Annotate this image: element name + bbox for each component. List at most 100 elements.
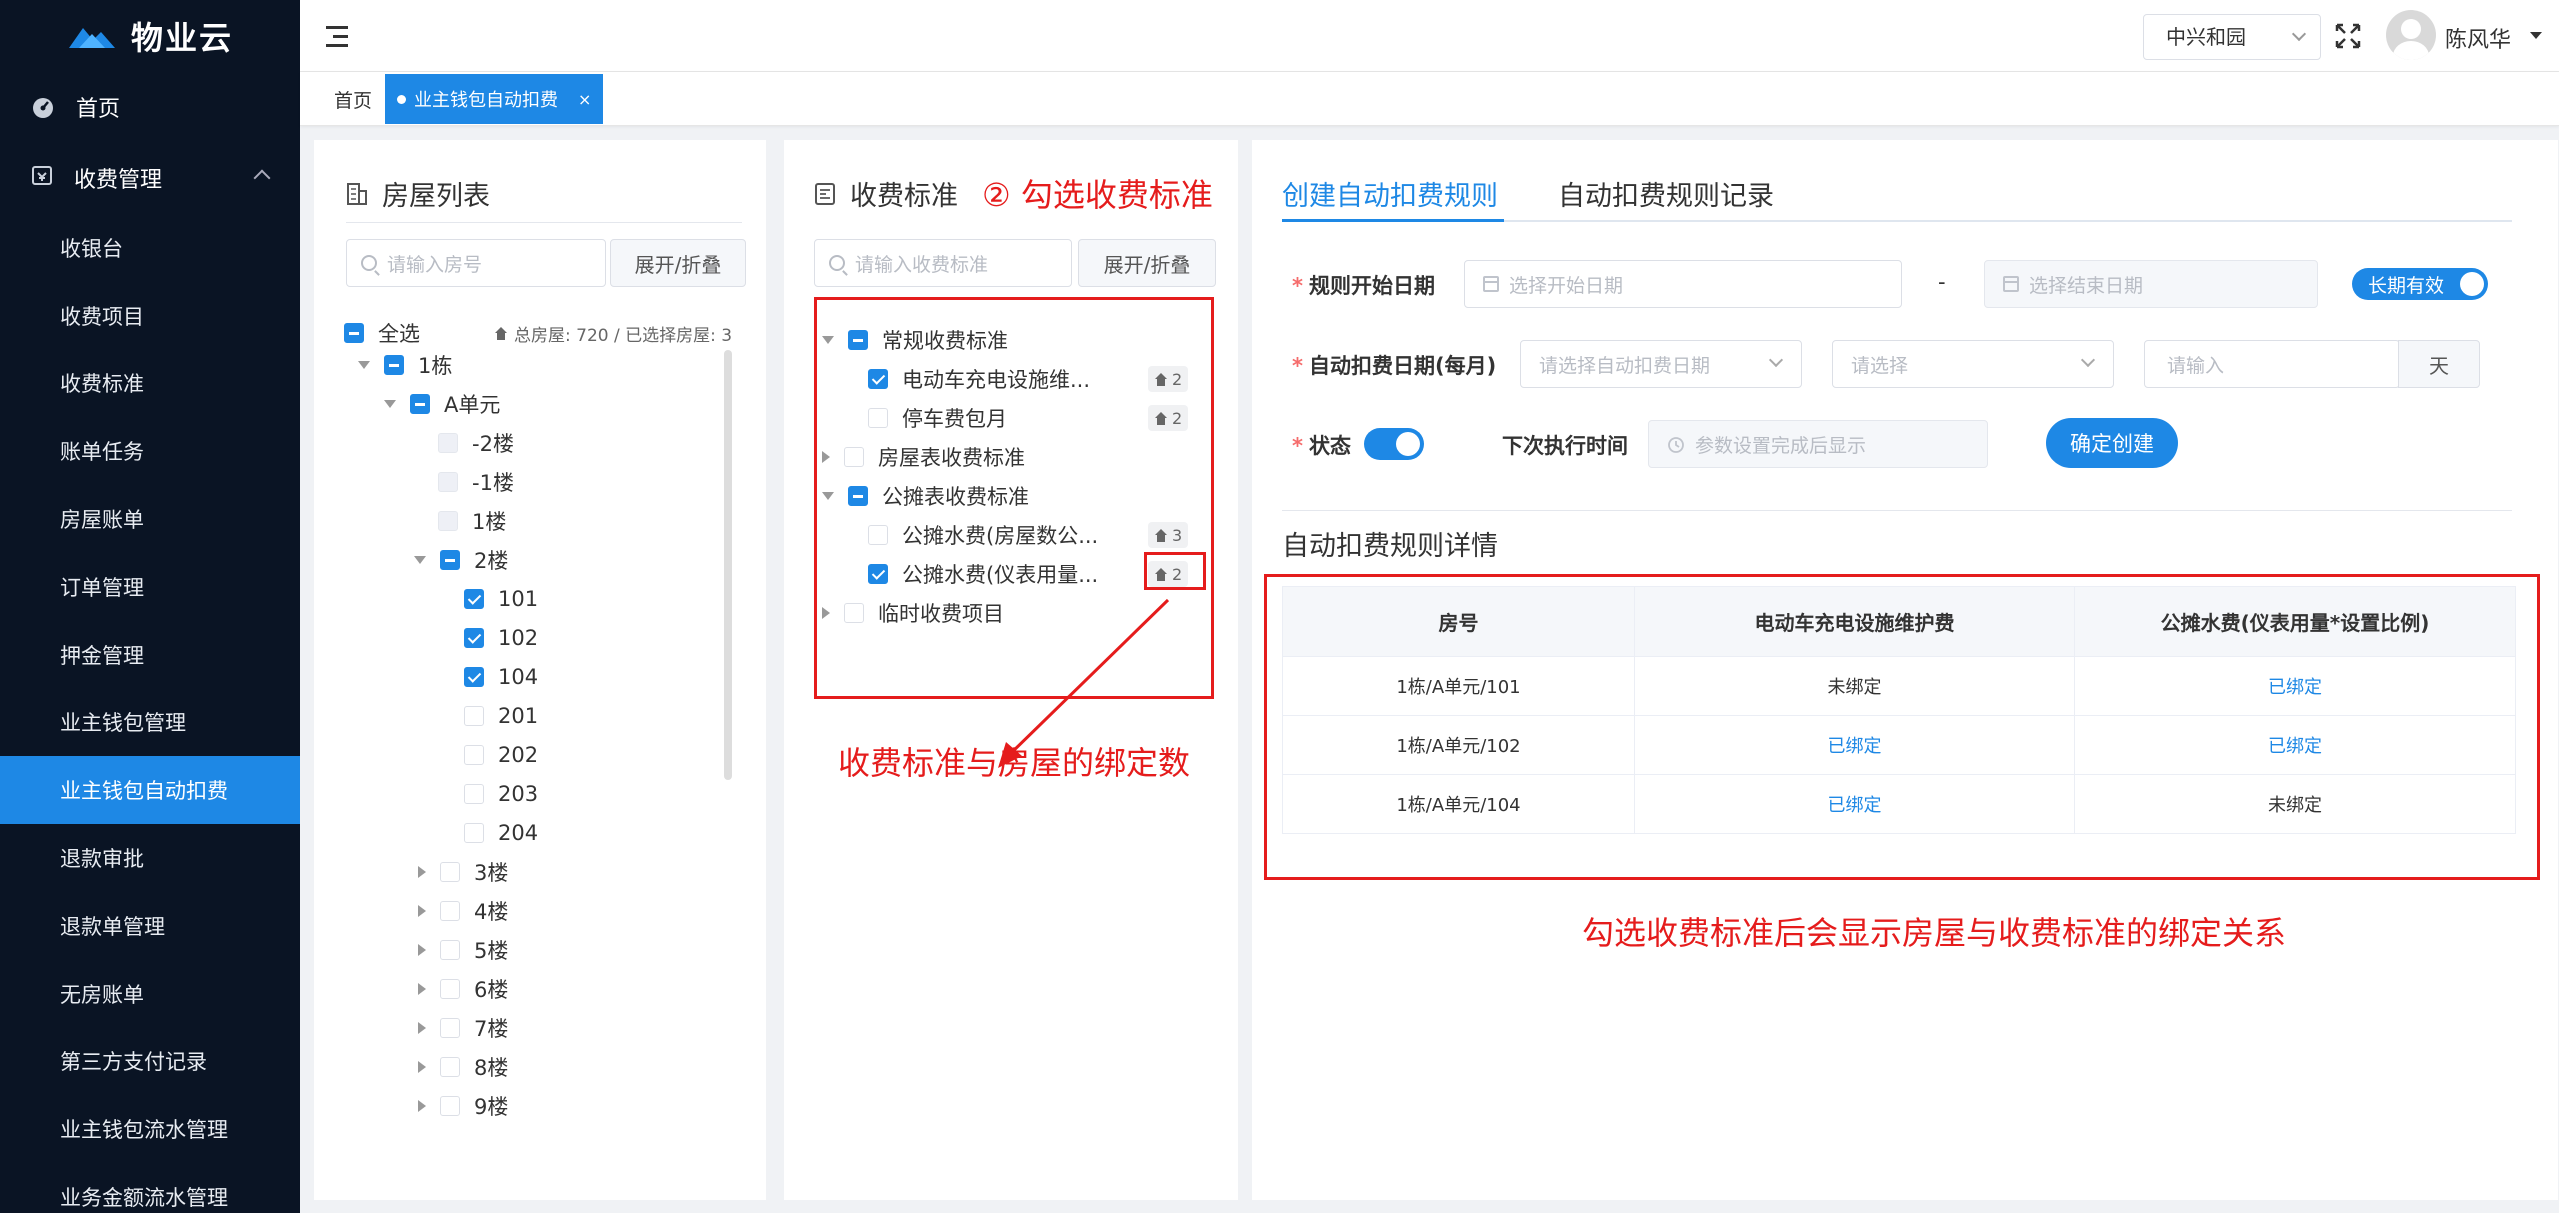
- deduct-date-label: * 自动扣费日期(每月): [1292, 354, 1497, 378]
- close-icon[interactable]: ×: [578, 90, 591, 109]
- checkbox[interactable]: [410, 394, 430, 414]
- tree-node[interactable]: 3楼: [418, 857, 508, 887]
- tab-auto-deduct[interactable]: 业主钱包自动扣费 ×: [385, 74, 603, 124]
- sidebar-item[interactable]: 房屋账单: [0, 485, 300, 553]
- caret-down-icon[interactable]: [2530, 32, 2542, 39]
- caret-right-icon[interactable]: [418, 983, 426, 995]
- caret-right-icon[interactable]: [418, 1061, 426, 1073]
- caret-down-icon[interactable]: [414, 556, 426, 564]
- caret-right-icon[interactable]: [418, 1022, 426, 1034]
- caret-down-icon[interactable]: [358, 361, 370, 369]
- checkbox[interactable]: [464, 784, 484, 804]
- tree-label: 203: [498, 782, 539, 806]
- caret-right-icon[interactable]: [418, 866, 426, 878]
- sidebar-item[interactable]: 订单管理: [0, 553, 300, 621]
- checkbox[interactable]: [384, 355, 404, 375]
- checkbox[interactable]: [464, 706, 484, 726]
- sidebar-item[interactable]: 无房账单: [0, 960, 300, 1028]
- tree-node[interactable]: 7楼: [418, 1013, 508, 1043]
- checkbox[interactable]: [438, 433, 458, 453]
- end-date-input[interactable]: 选择结束日期: [1984, 260, 2318, 308]
- house-search-input[interactable]: 请输入房号: [346, 239, 606, 287]
- checkbox[interactable]: [438, 511, 458, 531]
- sidebar-item[interactable]: 收费标准: [0, 350, 300, 418]
- checkbox[interactable]: [440, 1018, 460, 1038]
- tab-home[interactable]: 首页: [334, 86, 372, 113]
- expand-collapse-button[interactable]: 展开/折叠: [610, 239, 746, 287]
- user-name[interactable]: 陈风华: [2445, 22, 2511, 54]
- sidebar-item-home[interactable]: 首页: [0, 72, 300, 142]
- sidebar-item[interactable]: 业主钱包流水管理: [0, 1095, 300, 1163]
- tree-node[interactable]: 101: [464, 584, 538, 614]
- create-rule-button[interactable]: 确定创建: [2046, 418, 2178, 468]
- tree-node[interactable]: 2楼: [414, 545, 508, 575]
- checkbox[interactable]: [438, 472, 458, 492]
- tree-node[interactable]: 102: [464, 623, 538, 653]
- checkbox[interactable]: [440, 1057, 460, 1077]
- sidebar-item[interactable]: 押金管理: [0, 621, 300, 689]
- sidebar-item[interactable]: 收费项目: [0, 282, 300, 350]
- caret-right-icon[interactable]: [418, 944, 426, 956]
- sidebar-item[interactable]: 退款单管理: [0, 892, 300, 960]
- fee-search-input[interactable]: 请输入收费标准: [814, 239, 1072, 287]
- sidebar-item[interactable]: 业主钱包管理: [0, 689, 300, 757]
- checkbox[interactable]: [464, 628, 484, 648]
- caret-right-icon[interactable]: [418, 905, 426, 917]
- tree-node[interactable]: 1楼: [438, 506, 506, 536]
- sidebar-item[interactable]: 退款审批: [0, 824, 300, 892]
- tree-node[interactable]: -2楼: [438, 428, 514, 458]
- tree-node[interactable]: -1楼: [438, 467, 514, 497]
- tree-node[interactable]: 5楼: [418, 935, 508, 965]
- community-select[interactable]: 中兴和园: [2143, 14, 2321, 60]
- divider: [346, 222, 742, 223]
- menu-toggle-icon[interactable]: [326, 26, 350, 48]
- tree-node[interactable]: 6楼: [418, 974, 508, 1004]
- tree-node[interactable]: 1栋: [358, 350, 452, 380]
- tab-rule-records[interactable]: 自动扣费规则记录: [1558, 174, 1774, 213]
- select-all-checkbox[interactable]: 全选: [344, 318, 420, 348]
- expand-collapse-button[interactable]: 展开/折叠: [1078, 239, 1216, 287]
- tree-node[interactable]: 203: [464, 779, 538, 809]
- checkbox[interactable]: [440, 550, 460, 570]
- checkbox[interactable]: [440, 1096, 460, 1116]
- status-switch[interactable]: [1364, 428, 1424, 460]
- caret-down-icon[interactable]: [384, 400, 396, 408]
- sidebar-item[interactable]: 业务金额流水管理: [0, 1163, 300, 1213]
- tree-node[interactable]: A单元: [384, 389, 500, 419]
- tree-node[interactable]: 204: [464, 818, 538, 848]
- scrollbar[interactable]: [724, 350, 732, 780]
- tab-create-rule[interactable]: 创建自动扣费规则: [1282, 174, 1498, 213]
- checkbox[interactable]: [464, 745, 484, 765]
- checkbox[interactable]: [464, 823, 484, 843]
- tabs-bar: 首页 业主钱包自动扣费 ×: [300, 72, 2559, 126]
- avatar[interactable]: [2386, 10, 2436, 60]
- sidebar-item[interactable]: 业主钱包自动扣费: [0, 756, 300, 825]
- tree-node[interactable]: 9楼: [418, 1091, 508, 1121]
- checkbox[interactable]: [344, 323, 364, 343]
- tree-node[interactable]: 201: [464, 701, 538, 731]
- sidebar-item[interactable]: 第三方支付记录: [0, 1028, 300, 1096]
- panel-title: 收费标准: [814, 174, 958, 213]
- tree-node[interactable]: 104: [464, 662, 538, 692]
- tree-node[interactable]: 4楼: [418, 896, 508, 926]
- sidebar-item[interactable]: 收银台: [0, 214, 300, 282]
- checkbox[interactable]: [440, 940, 460, 960]
- checkbox[interactable]: [440, 862, 460, 882]
- checkbox[interactable]: [440, 979, 460, 999]
- sidebar-item[interactable]: 账单任务: [0, 417, 300, 485]
- tree-node[interactable]: 202: [464, 740, 538, 770]
- tree-label: 7楼: [474, 1017, 509, 1041]
- checkbox[interactable]: [464, 589, 484, 609]
- days-input[interactable]: 请输入: [2144, 340, 2400, 388]
- sidebar-group-billing[interactable]: 收费管理: [0, 142, 300, 214]
- checkbox[interactable]: [440, 901, 460, 921]
- status-label: * 状态: [1292, 434, 1351, 458]
- deduct-option-select[interactable]: 请选择: [1832, 340, 2114, 388]
- checkbox[interactable]: [464, 667, 484, 687]
- caret-right-icon[interactable]: [418, 1100, 426, 1112]
- tree-node[interactable]: 8楼: [418, 1052, 508, 1082]
- deduct-date-select[interactable]: 请选择自动扣费日期: [1520, 340, 1802, 388]
- long-term-switch[interactable]: 长期有效: [2352, 268, 2488, 300]
- fullscreen-icon[interactable]: [2334, 22, 2362, 50]
- start-date-input[interactable]: 选择开始日期: [1464, 260, 1902, 308]
